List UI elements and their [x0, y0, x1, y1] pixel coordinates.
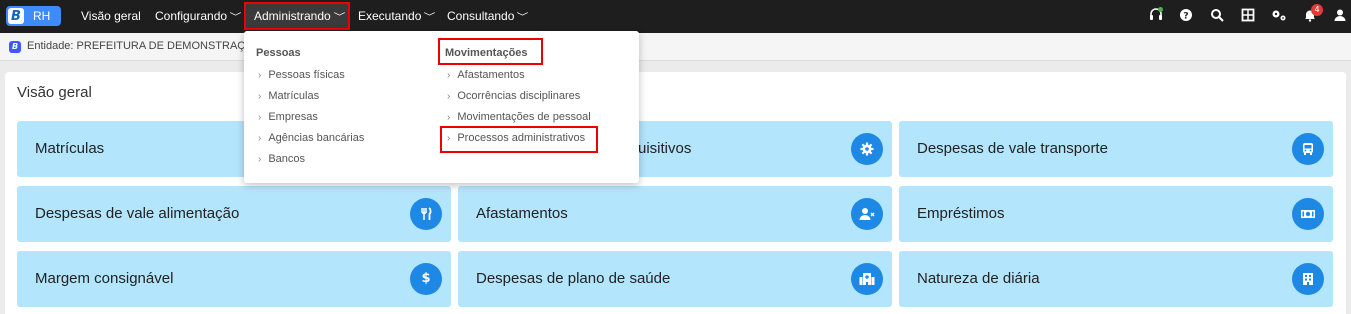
page-title: Visão geral: [17, 84, 92, 101]
hospital-icon: [851, 263, 883, 295]
chevron-down-icon: ﹀: [333, 12, 346, 22]
chevron-right-icon: ›: [258, 133, 262, 144]
card-afastamentos[interactable]: Afastamentos: [458, 186, 892, 242]
entity-bar: B Entidade: PREFEITURA DE DEMONSTRAÇÃO: [0, 33, 1351, 61]
card-label: Empréstimos: [917, 205, 1005, 222]
menu-item-label: Matrículas: [268, 90, 320, 102]
dollar-icon: $: [410, 263, 442, 295]
menu-item-afastamentos[interactable]: › Afastamentos: [447, 69, 525, 81]
menu-item-bancos[interactable]: › Bancos: [258, 153, 305, 165]
menu-item-label: Ocorrências disciplinares: [457, 90, 581, 102]
entity-label[interactable]: Entidade: PREFEITURA DE DEMONSTRAÇÃO: [27, 40, 261, 52]
logo-text: RH: [33, 9, 51, 23]
search-icon[interactable]: [1209, 8, 1225, 24]
user-x-icon: [851, 198, 883, 230]
card-label: Despesas de vale transporte: [917, 140, 1108, 157]
chevron-right-icon: ›: [447, 91, 451, 102]
nav-label: Consultando: [447, 9, 515, 23]
dropdown-section-pessoas: Pessoas: [256, 47, 301, 59]
top-navbar: B RH Visão geral Configurando ﹀ Administr…: [0, 0, 1351, 33]
logo-letter: B: [8, 8, 24, 24]
nav-label: Administrando: [254, 9, 331, 23]
app-logo[interactable]: B RH: [6, 6, 61, 26]
menu-item-label: Empresas: [268, 111, 318, 123]
card-vale-alimentacao[interactable]: Despesas de vale alimentação: [17, 186, 451, 242]
card-natureza-diaria[interactable]: Natureza de diária: [899, 251, 1333, 307]
chevron-down-icon: ﹀: [424, 12, 436, 22]
menu-item-movimentacoes-pessoal[interactable]: › Movimentações de pessoal: [447, 111, 591, 123]
nav-label: Visão geral: [81, 9, 141, 23]
card-label: Afastamentos: [476, 205, 568, 222]
card-label: Despesas de plano de saúde: [476, 270, 671, 287]
menu-item-label: Afastamentos: [457, 69, 525, 81]
nav-executando[interactable]: Executando ﹀: [358, 0, 436, 33]
bus-icon: [1292, 133, 1324, 165]
nav-consultando[interactable]: Consultando ﹀: [447, 0, 529, 33]
svg-text:?: ?: [1183, 12, 1188, 22]
chevron-right-icon: ›: [258, 154, 262, 165]
menu-item-label: Movimentações de pessoal: [457, 111, 591, 123]
section-highlight: [438, 38, 543, 65]
menu-item-pessoas-fisicas[interactable]: › Pessoas físicas: [258, 69, 345, 81]
settings-icon[interactable]: [1271, 8, 1287, 24]
utensils-icon: [410, 198, 442, 230]
card-label: Matrículas: [35, 140, 105, 157]
nav-label: Executando: [358, 9, 422, 23]
card-emprestimos[interactable]: Empréstimos: [899, 186, 1333, 242]
menu-item-label: Bancos: [268, 153, 306, 165]
menu-item-label: Pessoas físicas: [268, 69, 345, 81]
menu-item-ocorrencias-disciplinares[interactable]: › Ocorrências disciplinares: [447, 90, 580, 102]
user-icon[interactable]: [1332, 8, 1348, 24]
nav-administrando[interactable]: Administrando ﹀: [254, 0, 346, 33]
nav-configurando[interactable]: Configurando ﹀: [155, 0, 242, 33]
chevron-right-icon: ›: [258, 112, 262, 123]
card-label: Natureza de diária: [917, 270, 1040, 287]
chevron-down-icon: ﹀: [229, 12, 242, 22]
menu-item-agencias-bancarias[interactable]: › Agências bancárias: [258, 132, 364, 144]
nav-label: Configurando: [155, 9, 228, 23]
online-indicator: [1158, 7, 1163, 12]
card-label: Margem consignável: [35, 270, 174, 287]
notification-badge: 4: [1311, 4, 1323, 16]
help-icon[interactable]: ?: [1178, 8, 1194, 24]
card-label: uisitivos: [638, 140, 692, 157]
building-icon: [1292, 263, 1324, 295]
chevron-right-icon: ›: [447, 112, 451, 123]
chevron-right-icon: ›: [447, 70, 451, 81]
entity-logo-icon: B: [9, 41, 21, 53]
chevron-right-icon: ›: [258, 91, 262, 102]
menu-item-matriculas[interactable]: › Matrículas: [258, 90, 319, 102]
item-highlight: [440, 126, 598, 153]
gear-icon: [851, 133, 883, 165]
administrando-dropdown-menu: Pessoas › Pessoas físicas › Matrículas › Em…: [244, 31, 639, 183]
chevron-down-icon: ﹀: [517, 12, 529, 22]
apps-icon[interactable]: [1240, 8, 1256, 24]
menu-item-empresas[interactable]: › Empresas: [258, 111, 318, 123]
money-icon: [1292, 198, 1324, 230]
card-label: Despesas de vale alimentação: [35, 205, 240, 222]
nav-visao-geral[interactable]: Visão geral: [81, 0, 141, 33]
chevron-right-icon: ›: [258, 70, 262, 81]
menu-item-label: Agências bancárias: [268, 132, 365, 144]
card-plano-saude[interactable]: Despesas de plano de saúde: [458, 251, 892, 307]
card-vale-transporte[interactable]: Despesas de vale transporte: [899, 121, 1333, 177]
card-margem-consignavel[interactable]: Margem consignável $: [17, 251, 451, 307]
